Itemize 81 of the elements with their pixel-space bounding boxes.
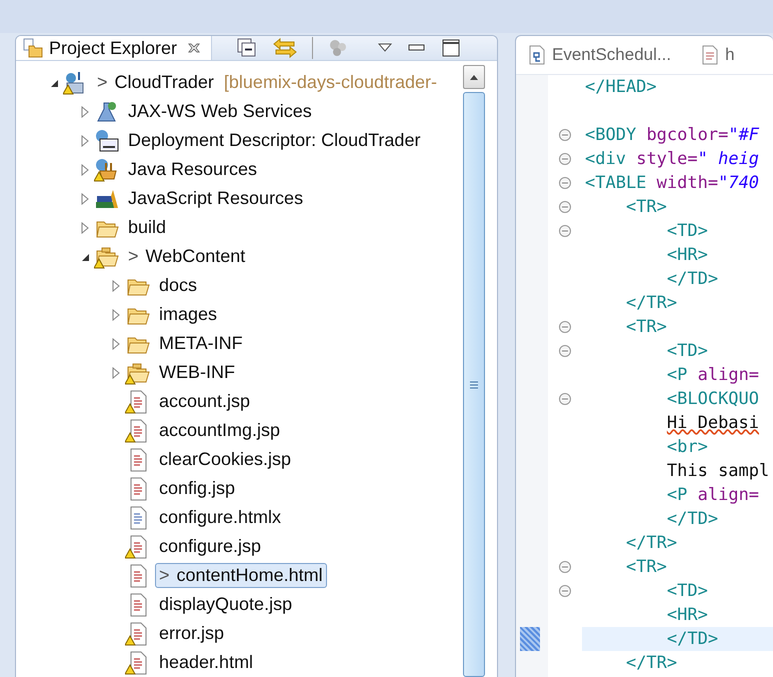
tree-item[interactable]: header.html xyxy=(155,650,258,675)
tree-item[interactable]: configure.htmlx xyxy=(155,505,286,530)
code-line: <TR> xyxy=(624,316,668,339)
code-line: <TD> xyxy=(666,580,709,603)
globe-panel-icon xyxy=(94,128,120,154)
code-line: <BLOCKQUO xyxy=(666,388,760,411)
collapsed-arrow-icon[interactable] xyxy=(80,192,90,204)
code-line: </TD> xyxy=(666,508,720,531)
code-line: </TD> xyxy=(666,268,720,291)
fold-icon[interactable] xyxy=(558,176,572,190)
code-line: Hi Debasi xyxy=(666,412,760,435)
close-icon[interactable] xyxy=(187,41,202,55)
code-line: </TR> xyxy=(624,652,678,675)
code-line: <TD> xyxy=(666,220,709,243)
repository-label: [bluemix-days-cloudtrader- xyxy=(224,72,437,93)
editor-tab[interactable]: h xyxy=(701,45,735,65)
tree-item[interactable]: Deployment Descriptor: CloudTrader xyxy=(124,128,424,153)
fold-icon[interactable] xyxy=(558,392,572,406)
code-line: </TR> xyxy=(624,292,678,315)
maximize-icon[interactable] xyxy=(441,38,462,58)
link-arrows-icon[interactable] xyxy=(272,37,298,59)
collapsed-arrow-icon[interactable] xyxy=(80,134,90,146)
collapsed-arrow-icon[interactable] xyxy=(110,280,120,292)
collapsed-arrow-icon[interactable] xyxy=(110,338,120,350)
collapsed-arrow-icon[interactable] xyxy=(110,308,120,320)
scroll-up-arrow-icon[interactable] xyxy=(469,73,479,81)
code-line: <div style=" heig xyxy=(584,148,760,171)
tree-item[interactable]: displayQuote.jsp xyxy=(155,592,296,617)
editor-tab[interactable]: EventSchedul... xyxy=(528,45,672,65)
tree-item[interactable]: build xyxy=(124,215,170,240)
code-line: <TR> xyxy=(624,196,668,219)
class-file-icon xyxy=(528,45,546,65)
code-line: <P align= xyxy=(666,364,760,387)
code-line: This sampl xyxy=(666,460,770,483)
collapsed-arrow-icon[interactable] xyxy=(110,366,120,378)
collapsed-arrow-icon[interactable] xyxy=(80,222,90,234)
code-line: </HEAD> xyxy=(584,76,658,99)
code-line: </TR> xyxy=(624,532,678,555)
tree-item[interactable]: config.jsp xyxy=(155,476,240,501)
folder-icon xyxy=(23,38,43,58)
tree-item[interactable]: error.jsp xyxy=(155,621,228,646)
fold-icon[interactable] xyxy=(558,584,572,598)
fold-icon[interactable] xyxy=(558,200,572,214)
fold-icon[interactable] xyxy=(558,128,572,142)
fold-icon[interactable] xyxy=(558,152,572,166)
scrollbar[interactable] xyxy=(463,65,485,677)
tree-item[interactable]: WEB-INF xyxy=(155,360,239,385)
tree-item[interactable]: images xyxy=(155,302,222,327)
tree-item[interactable]: JavaScript Resources xyxy=(124,186,308,211)
tree-item[interactable]: configure.jsp xyxy=(155,534,266,559)
code-line: <HR> xyxy=(666,244,709,267)
tree-item[interactable]: Java Resources xyxy=(124,157,262,182)
project-explorer-tab[interactable]: Project Explorer xyxy=(16,36,212,60)
code-line: <br> xyxy=(666,436,709,459)
tree-item[interactable]: account.jsp xyxy=(155,389,254,414)
fold-icon[interactable] xyxy=(558,224,572,238)
fold-icon[interactable] xyxy=(558,560,572,574)
collapsed-arrow-icon[interactable] xyxy=(80,164,90,176)
grip-icon xyxy=(469,380,479,390)
expanded-arrow-icon[interactable] xyxy=(48,78,58,88)
fold-icon[interactable] xyxy=(558,320,572,334)
expanded-arrow-icon[interactable] xyxy=(80,252,90,262)
tree-item[interactable]: docs xyxy=(155,273,202,298)
collapse-all-icon[interactable] xyxy=(236,37,258,59)
tree-item[interactable]: > WebContent xyxy=(124,244,250,269)
code-line: <BODY bgcolor="#F xyxy=(584,124,760,147)
fold-icon[interactable] xyxy=(558,344,572,358)
code-line: <HR> xyxy=(666,604,709,627)
code-line: <TD> xyxy=(666,340,709,363)
code-line: <TR> xyxy=(624,556,668,579)
file-icon xyxy=(701,45,720,65)
code-line: <P align= xyxy=(666,484,760,507)
view-menu-icon[interactable] xyxy=(377,42,394,54)
collapsed-arrow-icon[interactable] xyxy=(80,106,90,118)
code-line: <TABLE width="740 xyxy=(584,172,760,195)
tree-item[interactable]: > contentHome.html xyxy=(155,563,327,588)
tree-item[interactable]: > CloudTrader xyxy=(93,70,218,95)
tree-item[interactable]: clearCookies.jsp xyxy=(155,447,296,472)
tree-item[interactable]: JAX-WS Web Services xyxy=(124,99,316,124)
tree-item[interactable]: META-INF xyxy=(155,331,247,356)
tree-item[interactable]: accountImg.jsp xyxy=(155,418,284,443)
